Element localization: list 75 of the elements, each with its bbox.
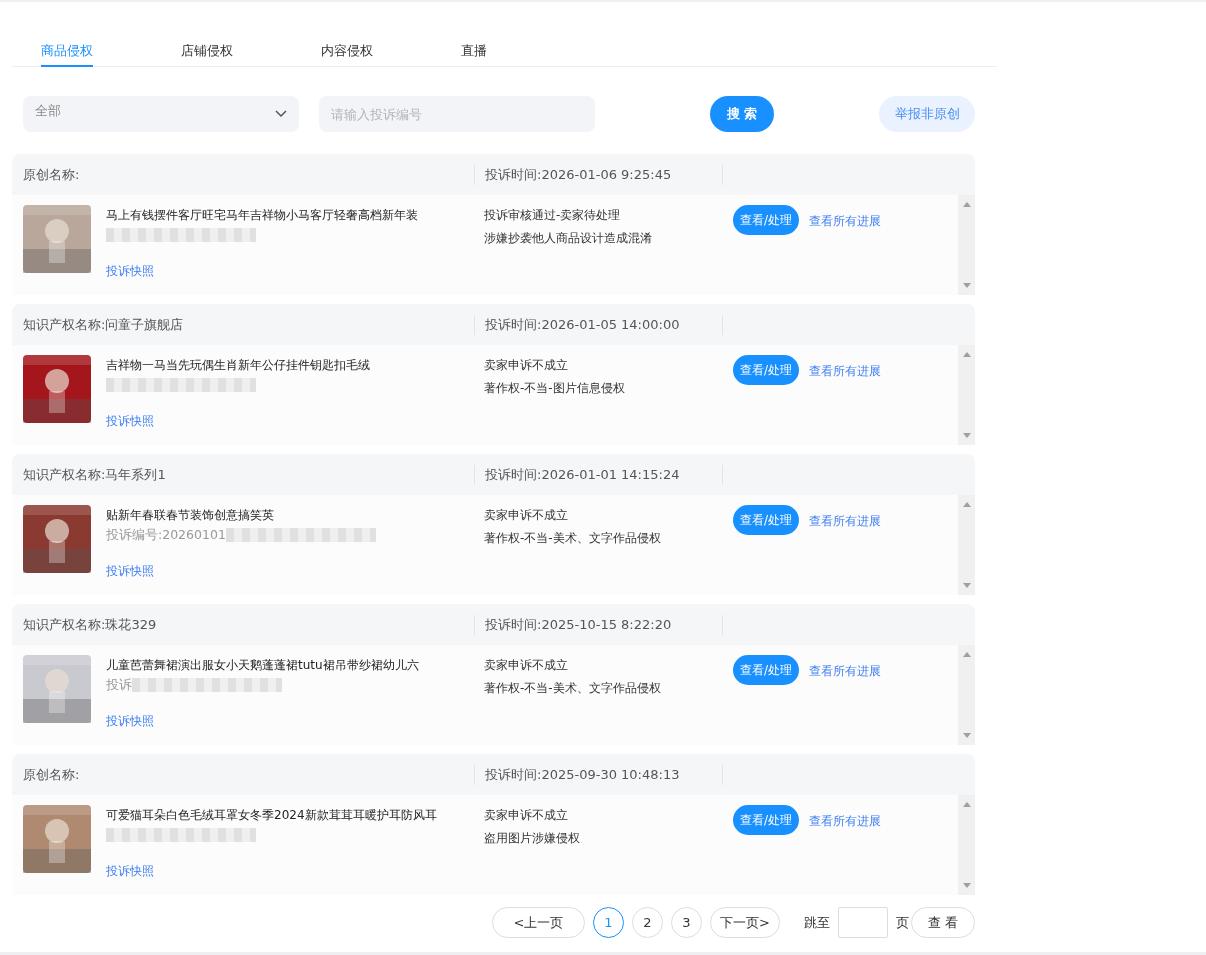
scroll-up-icon[interactable] [962, 351, 971, 357]
complaint-number: 投诉 [106, 676, 132, 694]
scroll-up-icon[interactable] [962, 201, 971, 207]
scrollbar[interactable] [958, 645, 975, 745]
owner-name: 原创名称: [22, 765, 81, 784]
view-button[interactable]: 查看/处理 [733, 655, 800, 685]
report-button[interactable]: 举报非原创 [879, 96, 975, 132]
product-title: 吉祥物一马当先玩偶生肖新年公仔挂件钥匙扣毛绒 [106, 356, 370, 374]
owner-name: 知识产权名称:珠花329 [22, 615, 158, 634]
product-title: 可爱猫耳朵白色毛绒耳罩女冬季2024新款茸茸耳暖护耳防风耳 [106, 806, 437, 824]
complaint-reason: 盗用图片涉嫌侵权 [484, 830, 581, 847]
complaint-status: 卖家申诉不成立 [484, 507, 569, 524]
scroll-up-icon[interactable] [962, 651, 971, 657]
search-button[interactable]: 搜 索 [710, 96, 774, 132]
scroll-down-icon[interactable] [962, 733, 971, 739]
scroll-down-icon[interactable] [962, 883, 971, 889]
scroll-down-icon[interactable] [962, 433, 971, 439]
tab[interactable]: 店铺侵权 [181, 2, 233, 67]
complaint-number: 投诉编号:20260101 [106, 526, 226, 544]
complaint-time: 投诉时间:2025-10-15 8:22:20 [474, 614, 722, 635]
complaint-reason: 著作权-不当-图片信息侵权 [484, 380, 626, 397]
view-button[interactable]: 查看/处理 [733, 805, 800, 835]
scrollbar[interactable] [958, 345, 975, 445]
complaint-time: 投诉时间:2026-01-01 14:15:24 [474, 464, 722, 485]
scroll-down-icon[interactable] [962, 583, 971, 589]
snapshot-link[interactable]: 投诉快照 [106, 713, 154, 730]
view-button[interactable]: 查看/处理 [733, 355, 800, 385]
complaint-status: 卖家申诉不成立 [484, 807, 569, 824]
page-button[interactable]: 2 [632, 907, 663, 938]
complaint-time: 投诉时间:2026-01-06 9:25:45 [474, 164, 722, 185]
complaint-status: 投诉审核通过-卖家待处理 [484, 207, 622, 224]
prev-page-button[interactable]: <上一页 [492, 907, 585, 938]
page-button[interactable]: 3 [671, 907, 702, 938]
tab[interactable]: 内容侵权 [321, 2, 373, 67]
owner-name: 知识产权名称:问童子旗舰店 [22, 315, 185, 334]
snapshot-link[interactable]: 投诉快照 [106, 563, 154, 580]
progress-link[interactable]: 查看所有进展 [809, 363, 882, 380]
tab[interactable]: 商品侵权 [41, 2, 93, 67]
type-select[interactable]: 全部 [23, 96, 299, 132]
jump-label: 跳至 [804, 913, 830, 932]
product-title: 马上有钱摆件客厅旺宅马年吉祥物小马客厅轻奢高档新年装 [106, 206, 418, 224]
owner-name: 原创名称: [22, 165, 81, 184]
scrollbar[interactable] [958, 495, 975, 595]
scrollbar[interactable] [958, 795, 975, 895]
snapshot-link[interactable]: 投诉快照 [106, 413, 154, 430]
complaint-status: 卖家申诉不成立 [484, 657, 569, 674]
product-title: 贴新年春联春节装饰创意搞笑英 [106, 506, 274, 524]
tab[interactable]: 直播 [461, 2, 487, 67]
search-field[interactable]: 请输入投诉编号 [319, 96, 595, 132]
complaint-reason: 著作权-不当-美术、文字作品侵权 [484, 530, 662, 547]
scroll-up-icon[interactable] [962, 801, 971, 807]
product-title: 儿童芭蕾舞裙演出服女小天鹅蓬蓬裙tutu裙吊带纱裙幼儿六 [106, 656, 419, 674]
view-button[interactable]: 查看/处理 [733, 505, 800, 535]
scroll-up-icon[interactable] [962, 501, 971, 507]
progress-link[interactable]: 查看所有进展 [809, 663, 882, 680]
complaint-time: 投诉时间:2026-01-05 14:00:00 [474, 314, 722, 335]
snapshot-link[interactable]: 投诉快照 [106, 263, 154, 280]
page-button[interactable]: 1 [593, 907, 624, 938]
complaint-status: 卖家申诉不成立 [484, 357, 569, 374]
chevron-down-icon [275, 110, 287, 118]
next-page-button[interactable]: 下一页> [710, 907, 780, 938]
scrollbar[interactable] [958, 195, 975, 295]
go-button[interactable]: 查 看 [911, 907, 975, 938]
snapshot-link[interactable]: 投诉快照 [106, 863, 154, 880]
progress-link[interactable]: 查看所有进展 [809, 813, 882, 830]
owner-name: 知识产权名称:马年系列1 [22, 465, 167, 484]
view-button[interactable]: 查看/处理 [733, 205, 800, 235]
progress-link[interactable]: 查看所有进展 [809, 213, 882, 230]
page-input[interactable] [838, 907, 888, 938]
progress-link[interactable]: 查看所有进展 [809, 513, 882, 530]
complaint-time: 投诉时间:2025-09-30 10:48:13 [474, 764, 722, 785]
complaint-reason: 涉嫌抄袭他人商品设计造成混淆 [484, 230, 653, 247]
scroll-down-icon[interactable] [962, 283, 971, 289]
complaint-reason: 著作权-不当-美术、文字作品侵权 [484, 680, 662, 697]
page-unit-label: 页 [896, 913, 909, 932]
